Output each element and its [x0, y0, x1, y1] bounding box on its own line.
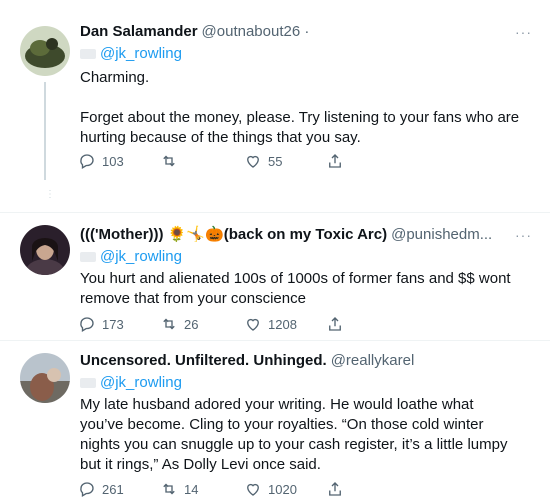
reply-count: 261 — [102, 481, 124, 497]
avatar[interactable] — [20, 225, 70, 275]
tweet-paragraph: Forget about the money, please. Try list… — [80, 109, 520, 146]
divider — [0, 212, 550, 213]
share-button[interactable] — [326, 314, 350, 334]
mention-link[interactable]: @jk_rowling — [100, 374, 182, 391]
tweet-actions: 173 26 1208 — [78, 314, 478, 334]
like-count: 1020 — [268, 481, 297, 497]
more-icon[interactable]: ··· — [515, 227, 532, 243]
reply-context: @jk_rowling — [80, 247, 182, 267]
tweet-1[interactable]: ⋮ Dan Salamander @outnabout26 · ··· @jk_r… — [0, 22, 550, 202]
reply-icon — [80, 482, 94, 497]
tweet-2[interactable]: ((('Mother))) 🌻🤸🎃(back on my Toxic Arc) @… — [0, 225, 550, 335]
like-count: 1208 — [268, 316, 297, 332]
tweet-text: Charming. Forget about the money, please… — [80, 68, 520, 148]
reply-icon — [80, 317, 94, 332]
avatar[interactable] — [20, 26, 70, 76]
like-button[interactable]: 1020 — [244, 479, 297, 499]
thread-line — [44, 82, 46, 180]
tweet-header: ((('Mother))) 🌻🤸🎃(back on my Toxic Arc) @… — [80, 225, 510, 245]
like-button[interactable]: 55 — [244, 151, 282, 171]
reply-button[interactable]: 261 — [78, 479, 124, 499]
reply-feed: ⋮ Dan Salamander @outnabout26 · ··· @jk_r… — [0, 0, 550, 502]
like-button[interactable]: 1208 — [244, 314, 297, 334]
redacted-text — [80, 49, 96, 60]
retweet-icon — [163, 155, 175, 167]
more-icon[interactable]: ··· — [515, 24, 532, 40]
share-button[interactable] — [326, 479, 350, 499]
display-name[interactable]: Uncensored. Unfiltered. Unhinged. — [80, 352, 327, 369]
share-icon — [329, 317, 341, 331]
tweet-3[interactable]: Uncensored. Unfiltered. Unhinged. @really… — [0, 351, 550, 501]
tweet-paragraph: You hurt and alienated 100s of 1000s of … — [80, 270, 511, 307]
thread-gap-indicator: ⋮ — [45, 189, 55, 200]
user-handle[interactable]: @punishedm... — [391, 226, 492, 243]
retweet-icon — [163, 483, 175, 495]
like-count: 55 — [268, 153, 283, 169]
retweet-button[interactable]: 14 — [160, 479, 198, 499]
share-icon — [329, 154, 341, 168]
tweet-actions: 103 55 — [78, 151, 478, 171]
reply-context: @jk_rowling — [80, 373, 182, 393]
tweet-paragraph: Charming. — [80, 69, 150, 86]
retweet-button[interactable]: 26 — [160, 314, 198, 334]
reply-context: @jk_rowling — [80, 44, 182, 64]
tweet-actions: 261 14 1020 — [78, 479, 478, 499]
retweet-count: 14 — [184, 481, 199, 497]
reply-count: 173 — [102, 316, 124, 332]
tweet-paragraph: My late husband adored your writing. He … — [80, 396, 508, 473]
reply-count: 103 — [102, 153, 124, 169]
tweet-text: You hurt and alienated 100s of 1000s of … — [80, 269, 520, 309]
redacted-text — [80, 378, 96, 389]
user-handle[interactable]: @outnabout26 · — [202, 23, 310, 40]
like-icon — [247, 483, 259, 496]
mention-link[interactable]: @jk_rowling — [100, 45, 182, 62]
reply-button[interactable]: 173 — [78, 314, 124, 334]
like-icon — [247, 318, 259, 331]
display-name[interactable]: ((('Mother))) 🌻🤸🎃(back on my Toxic Arc) — [80, 226, 387, 243]
redacted-text — [80, 252, 96, 263]
user-handle[interactable]: @reallykarel — [331, 352, 415, 369]
avatar[interactable] — [20, 353, 70, 403]
tweet-header: Uncensored. Unfiltered. Unhinged. @really… — [80, 351, 510, 371]
retweet-button[interactable] — [160, 151, 184, 171]
divider — [0, 340, 550, 341]
share-icon — [329, 482, 341, 496]
retweet-count: 26 — [184, 316, 199, 332]
tweet-header: Dan Salamander @outnabout26 · — [80, 22, 510, 42]
like-icon — [247, 155, 259, 168]
display-name[interactable]: Dan Salamander — [80, 23, 198, 40]
reply-button[interactable]: 103 — [78, 151, 124, 171]
mention-link[interactable]: @jk_rowling — [100, 248, 182, 265]
retweet-icon — [163, 318, 175, 330]
tweet-text: My late husband adored your writing. He … — [80, 395, 520, 475]
share-button[interactable] — [326, 151, 350, 171]
reply-icon — [80, 154, 94, 169]
